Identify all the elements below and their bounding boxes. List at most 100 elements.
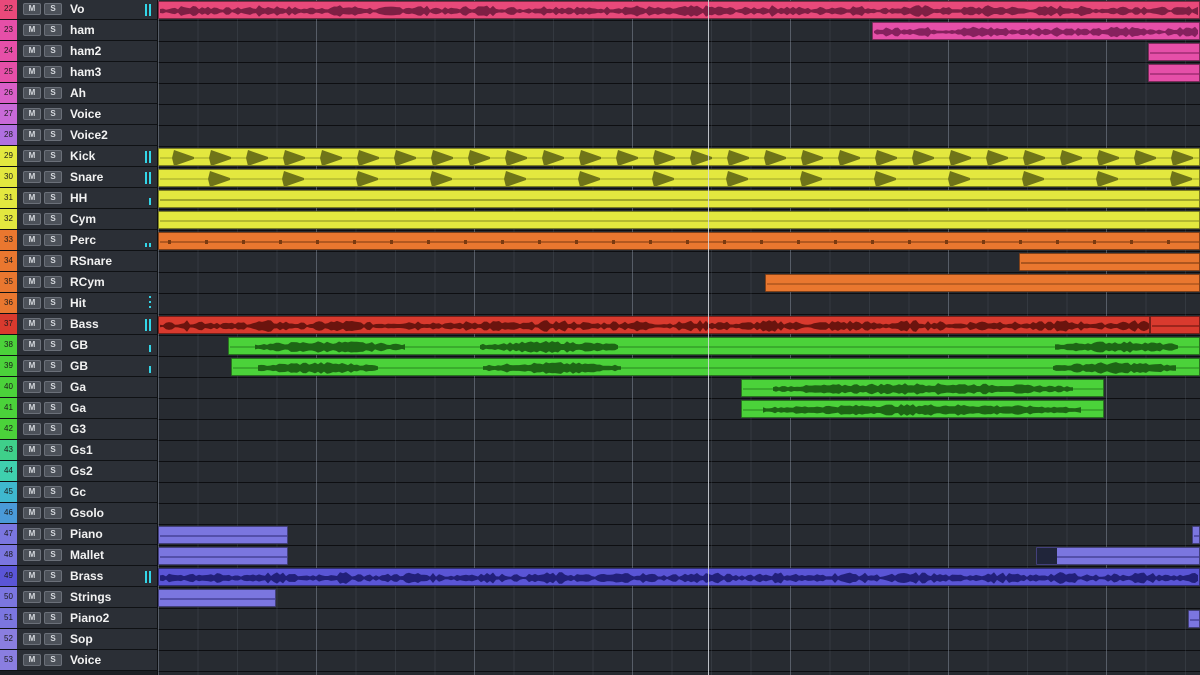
track-header-voice2[interactable]: 28 M S Voice2: [0, 125, 157, 146]
solo-button[interactable]: S: [44, 3, 62, 15]
track-header-cym[interactable]: 32 M S Cym: [0, 209, 157, 230]
audio-clip-mallet[interactable]: [1036, 547, 1200, 565]
audio-clip-piano[interactable]: [1192, 526, 1200, 544]
audio-clip-snare[interactable]: [158, 169, 1200, 187]
track-header-ham3[interactable]: 25 M Sham3: [0, 62, 157, 83]
solo-button[interactable]: S: [44, 297, 62, 309]
mute-button[interactable]: M: [23, 507, 41, 519]
mute-button[interactable]: M: [23, 129, 41, 141]
solo-button[interactable]: S: [44, 66, 62, 78]
audio-clip-ga[interactable]: [741, 379, 1104, 397]
audio-clip-brass[interactable]: [158, 568, 1200, 586]
solo-button[interactable]: S: [44, 129, 62, 141]
track-header-voice[interactable]: 27 M S Voice: [0, 104, 157, 125]
solo-button[interactable]: S: [44, 171, 62, 183]
mute-button[interactable]: M: [23, 150, 41, 162]
solo-button[interactable]: S: [44, 192, 62, 204]
mute-button[interactable]: M: [23, 528, 41, 540]
solo-button[interactable]: S: [44, 570, 62, 582]
track-header-voice[interactable]: 53 M S Voice: [0, 650, 157, 671]
mute-button[interactable]: M: [23, 654, 41, 666]
track-header-sop[interactable]: 52 M S Sop: [0, 629, 157, 650]
track-header-gb[interactable]: 38 M S GB: [0, 335, 157, 356]
audio-clip-ham2[interactable]: [1148, 43, 1200, 61]
mute-button[interactable]: M: [23, 108, 41, 120]
audio-clip-perc[interactable]: [158, 232, 1200, 250]
mute-button[interactable]: M: [23, 486, 41, 498]
mute-button[interactable]: M: [23, 570, 41, 582]
track-header-hit[interactable]: 36 M S Hit: [0, 293, 157, 314]
audio-clip-ham3[interactable]: [1148, 64, 1200, 82]
solo-button[interactable]: S: [44, 318, 62, 330]
audio-clip-gb[interactable]: [228, 337, 1200, 355]
solo-button[interactable]: S: [44, 234, 62, 246]
solo-button[interactable]: S: [44, 402, 62, 414]
mute-button[interactable]: M: [23, 339, 41, 351]
audio-clip-ga[interactable]: [741, 400, 1104, 418]
solo-button[interactable]: S: [44, 213, 62, 225]
audio-clip-cym[interactable]: [158, 211, 1200, 229]
mute-button[interactable]: M: [23, 381, 41, 393]
mute-button[interactable]: M: [23, 465, 41, 477]
track-header-gs2[interactable]: 44 M S Gs2: [0, 461, 157, 482]
mute-button[interactable]: M: [23, 612, 41, 624]
mute-button[interactable]: M: [23, 87, 41, 99]
track-header-mallet[interactable]: 48 M S Mallet: [0, 545, 157, 566]
track-header-snare[interactable]: 30 M S Snare: [0, 167, 157, 188]
track-header-vo[interactable]: 22 M S Vo: [0, 0, 157, 20]
solo-button[interactable]: S: [44, 360, 62, 372]
solo-button[interactable]: S: [44, 255, 62, 267]
solo-button[interactable]: S: [44, 549, 62, 561]
mute-button[interactable]: M: [23, 297, 41, 309]
solo-button[interactable]: S: [44, 507, 62, 519]
track-header-gsolo[interactable]: 46 M S Gsolo: [0, 503, 157, 524]
audio-clip-bass[interactable]: [158, 316, 1150, 334]
track-header-ga[interactable]: 41 M S Ga: [0, 398, 157, 419]
track-header-gb[interactable]: 39 M S GB: [0, 356, 157, 377]
solo-button[interactable]: S: [44, 654, 62, 666]
track-header-hh[interactable]: 31 M S HH: [0, 188, 157, 209]
track-header-ham2[interactable]: 24 M Sham2: [0, 41, 157, 62]
track-header-piano[interactable]: 47 M S Piano: [0, 524, 157, 545]
audio-clip-vo[interactable]: [158, 1, 1200, 19]
mute-button[interactable]: M: [23, 360, 41, 372]
track-header-rsnare[interactable]: 34 M S RSnare: [0, 251, 157, 272]
solo-button[interactable]: S: [44, 486, 62, 498]
track-header-piano2[interactable]: 51 M S Piano2: [0, 608, 157, 629]
solo-button[interactable]: S: [44, 465, 62, 477]
track-header-brass[interactable]: 49 M S Brass: [0, 566, 157, 587]
mute-button[interactable]: M: [23, 423, 41, 435]
track-header-kick[interactable]: 29 M S Kick: [0, 146, 157, 167]
solo-button[interactable]: S: [44, 591, 62, 603]
solo-button[interactable]: S: [44, 24, 62, 36]
mute-button[interactable]: M: [23, 633, 41, 645]
playhead-cursor[interactable]: [708, 0, 709, 675]
audio-clip-piano[interactable]: [158, 526, 288, 544]
solo-button[interactable]: S: [44, 87, 62, 99]
solo-button[interactable]: S: [44, 150, 62, 162]
audio-clip-hh[interactable]: [158, 190, 1200, 208]
solo-button[interactable]: S: [44, 633, 62, 645]
mute-button[interactable]: M: [23, 255, 41, 267]
track-header-gs1[interactable]: 43 M S Gs1: [0, 440, 157, 461]
mute-button[interactable]: M: [23, 192, 41, 204]
audio-clip-gb[interactable]: [231, 358, 1200, 376]
track-header-ham[interactable]: 23 M Sham: [0, 20, 157, 41]
track-header-strings[interactable]: 50 M S Strings: [0, 587, 157, 608]
solo-button[interactable]: S: [44, 339, 62, 351]
mute-button[interactable]: M: [23, 234, 41, 246]
mute-button[interactable]: M: [23, 24, 41, 36]
track-header-rcym[interactable]: 35 M S RCym: [0, 272, 157, 293]
solo-button[interactable]: S: [44, 612, 62, 624]
track-header-ah[interactable]: 26 M S Ah: [0, 83, 157, 104]
solo-button[interactable]: S: [44, 108, 62, 120]
audio-clip-strings[interactable]: [158, 589, 276, 607]
mute-button[interactable]: M: [23, 213, 41, 225]
mute-button[interactable]: M: [23, 276, 41, 288]
audio-clip-rsnare[interactable]: [1019, 253, 1200, 271]
audio-clip-ham[interactable]: [872, 22, 1200, 40]
solo-button[interactable]: S: [44, 444, 62, 456]
mute-button[interactable]: M: [23, 3, 41, 15]
audio-clip-mallet[interactable]: [158, 547, 288, 565]
mute-button[interactable]: M: [23, 45, 41, 57]
